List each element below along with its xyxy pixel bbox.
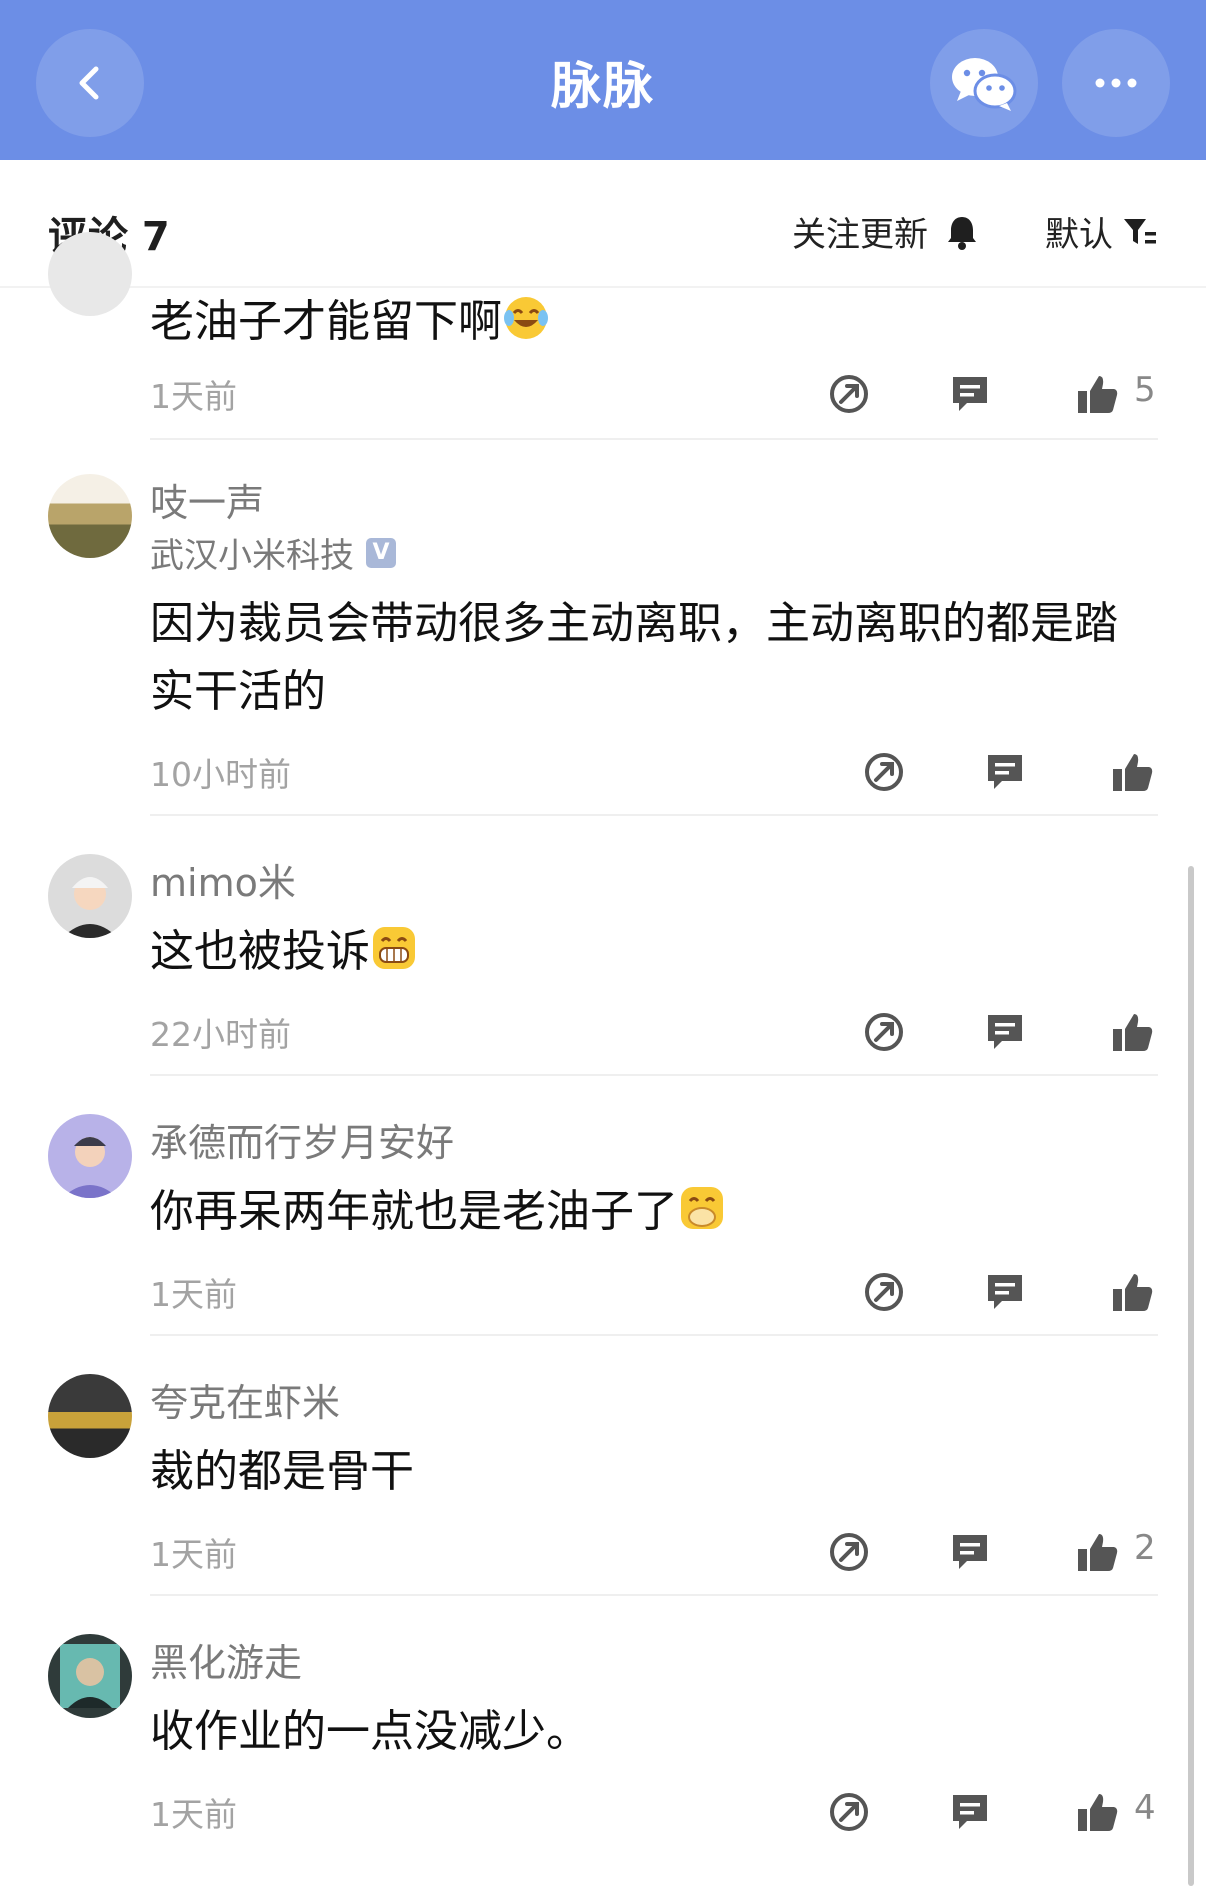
avatar-portrait-icon — [60, 1644, 120, 1708]
comment-time: 10小时前 — [150, 755, 291, 794]
comment-item: 承德而行岁月安好 你再呆两年就也是老油子了 1天前 — [0, 1110, 1206, 1340]
like-icon[interactable] — [1110, 750, 1154, 794]
repost-icon[interactable] — [827, 1530, 871, 1574]
reply-icon[interactable] — [983, 750, 1027, 794]
comment-divider — [150, 438, 1158, 440]
comment-text: 裁的都是骨干 — [150, 1446, 414, 1497]
comment-text: 这也被投诉 — [150, 918, 1160, 986]
avatar[interactable] — [48, 1114, 132, 1198]
bell-icon — [948, 216, 976, 250]
comment-text: 收作业的一点没减少。 — [150, 1706, 590, 1757]
filter-icon — [1124, 218, 1156, 244]
top-nav-bar: 脉脉 — [0, 0, 1206, 160]
comment-time: 22小时前 — [150, 1015, 291, 1054]
like-count: 5 — [1134, 370, 1156, 410]
comment-divider — [150, 1074, 1158, 1076]
like-icon[interactable] — [1110, 1270, 1154, 1314]
repost-icon[interactable] — [862, 1010, 906, 1054]
commenter-name[interactable]: 夸克在虾米 — [150, 1372, 340, 1427]
comments-header: 评论 7 关注更新 默认 — [0, 160, 1206, 288]
comment-item: 老油子才能留下啊 1天前 5 — [0, 232, 1206, 440]
comment-text: 因为裁员会带动很多主动离职，主动离职的都是踏实干活的 — [150, 598, 1118, 717]
like-count: 2 — [1134, 1528, 1156, 1568]
more-dots-icon — [1095, 78, 1137, 88]
verified-badge: V — [366, 537, 396, 568]
comment-text: 你再呆两年就也是老油子了 — [150, 1178, 1160, 1246]
sort-label: 默认 — [1045, 215, 1113, 255]
comment-time: 1天前 — [150, 1275, 237, 1314]
avatar[interactable] — [48, 474, 132, 558]
comment-time: 1天前 — [150, 377, 237, 416]
company-label: 武汉小米科技 — [150, 536, 354, 576]
comment-item: mimo米 这也被投诉 22小时前 — [0, 850, 1206, 1080]
commenter-name[interactable]: 黑化游走 — [150, 1632, 302, 1687]
avatar-cartoon-icon — [62, 1137, 118, 1198]
comment-divider — [150, 1334, 1158, 1336]
avatar[interactable] — [48, 1634, 132, 1718]
more-button[interactable] — [1062, 29, 1170, 137]
comment-item: 黑化游走 收作业的一点没减少。 1天前 4 — [0, 1630, 1206, 1860]
like-icon[interactable] — [1075, 1530, 1119, 1574]
comment-divider — [150, 1594, 1158, 1596]
scrollbar[interactable] — [1188, 866, 1194, 1886]
reply-icon[interactable] — [983, 1010, 1027, 1054]
commenter-name[interactable]: 吱一声 — [150, 472, 264, 527]
reply-icon[interactable] — [948, 372, 992, 416]
repost-icon[interactable] — [862, 1270, 906, 1314]
sort-button[interactable]: 默认 — [1045, 207, 1157, 256]
comment-divider — [150, 814, 1158, 816]
commenter-name[interactable]: 承德而行岁月安好 — [150, 1112, 454, 1167]
reply-icon[interactable] — [983, 1270, 1027, 1314]
like-icon[interactable] — [1075, 372, 1119, 416]
avatar-cartoon-icon — [62, 877, 118, 938]
comment-item: 夸克在虾米 裁的都是骨干 1天前 2 — [0, 1370, 1206, 1600]
comment-time: 1天前 — [150, 1535, 237, 1574]
comment-item: 吱一声 武汉小米科技 V 因为裁员会带动很多主动离职，主动离职的都是踏实干活的 … — [0, 470, 1206, 820]
repost-icon[interactable] — [827, 372, 871, 416]
follow-updates-label: 关注更新 — [792, 215, 928, 255]
wechat-icon — [952, 58, 1017, 111]
avatar[interactable] — [48, 1374, 132, 1458]
laughing-tears-emoji — [504, 297, 548, 339]
like-count: 4 — [1134, 1788, 1156, 1828]
comment-text: 老油子才能留下啊 — [150, 288, 1160, 356]
repost-icon[interactable] — [827, 1790, 871, 1834]
grin-emoji — [373, 927, 415, 969]
repost-icon[interactable] — [862, 750, 906, 794]
reply-icon[interactable] — [948, 1530, 992, 1574]
avatar[interactable] — [48, 232, 132, 316]
comment-time: 1天前 — [150, 1795, 237, 1834]
avatar[interactable] — [48, 854, 132, 938]
cover-mouth-emoji — [681, 1187, 723, 1229]
wechat-share-button[interactable] — [930, 29, 1038, 137]
follow-updates-button[interactable]: 关注更新 — [792, 207, 978, 256]
commenter-name[interactable]: mimo米 — [150, 852, 296, 907]
reply-icon[interactable] — [948, 1790, 992, 1834]
like-icon[interactable] — [1110, 1010, 1154, 1054]
like-icon[interactable] — [1075, 1790, 1119, 1834]
commenter-company: 武汉小米科技 V — [150, 528, 396, 577]
